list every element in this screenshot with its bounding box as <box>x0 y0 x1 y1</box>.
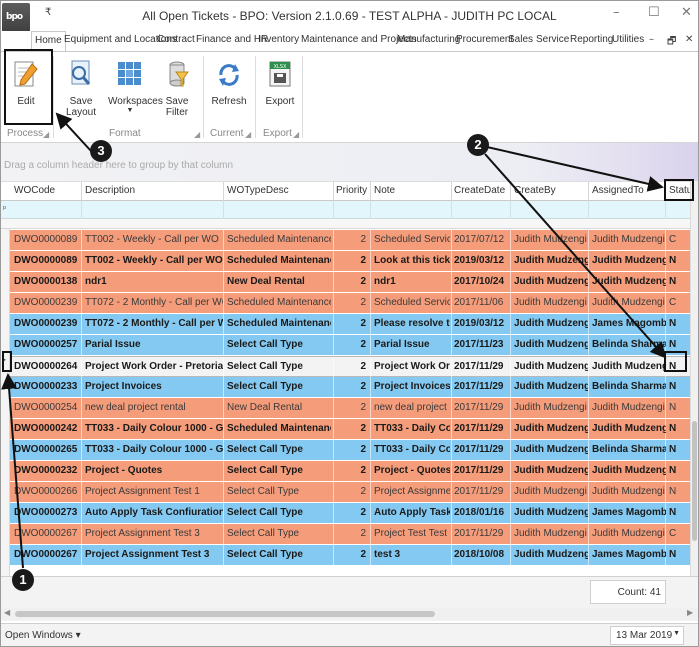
annotation-arrows <box>1 112 667 569</box>
app-window: bpo ₹ All Open Tickets - BPO: Version 2.… <box>0 0 699 647</box>
callout-3: 3 <box>90 140 112 162</box>
callout-1: 1 <box>12 569 34 591</box>
callout-2: 2 <box>467 134 489 156</box>
